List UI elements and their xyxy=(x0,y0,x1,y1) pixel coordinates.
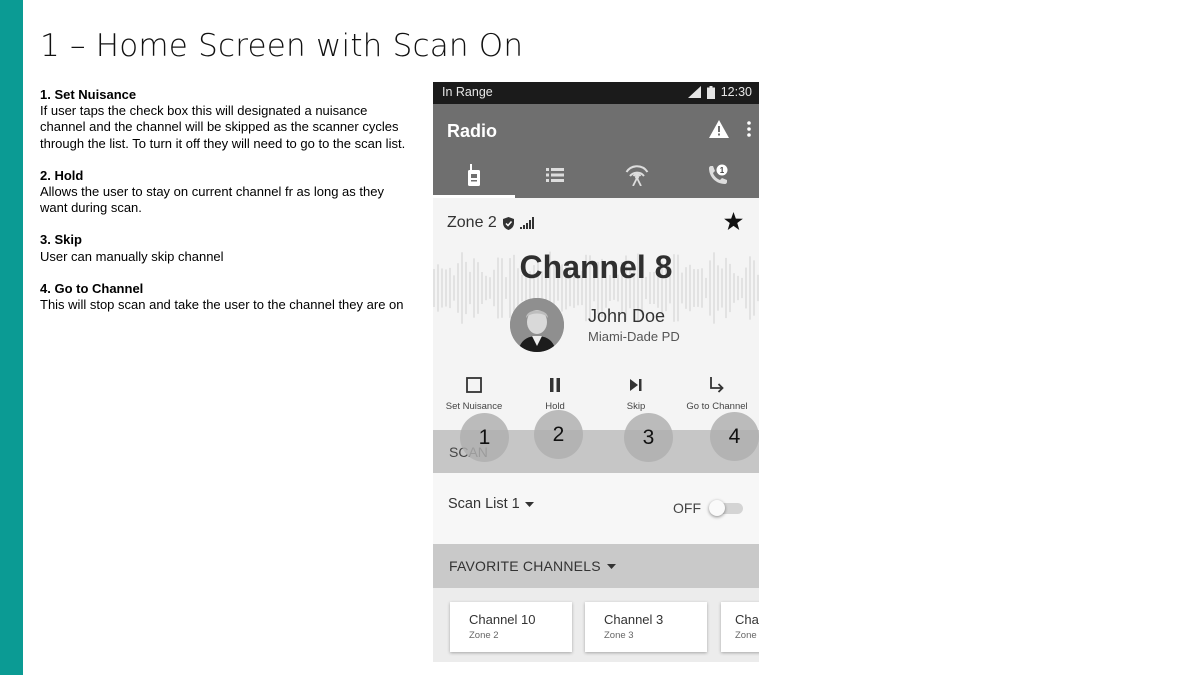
app-title: Radio xyxy=(447,121,498,141)
favorite-channel-name: Cha xyxy=(735,612,759,627)
note-body: If user taps the check box this will des… xyxy=(40,103,406,151)
favorites-title: FAVORITE CHANNELS xyxy=(449,558,601,574)
arrow-turn-icon xyxy=(710,377,724,393)
battery-icon xyxy=(706,85,715,99)
star-icon[interactable] xyxy=(724,212,743,230)
note-body: Allows the user to stay on current chann… xyxy=(40,184,384,216)
favorite-channel-name: Channel 3 xyxy=(604,612,664,627)
caller-name: John Doe xyxy=(588,306,666,326)
call-badge-count: 1 xyxy=(720,166,725,175)
status-icons: 12:30 xyxy=(687,85,752,99)
caret-down-icon xyxy=(606,563,616,569)
scan-list-label: Scan List 1 xyxy=(448,496,520,512)
scan-list-dropdown[interactable]: Scan List 1 xyxy=(448,496,534,512)
favorite-channel-zone: Zone 2 xyxy=(469,630,499,641)
favorite-channel-card[interactable]: Channel 10 Zone 2 xyxy=(450,602,572,652)
hold-button[interactable]: Hold xyxy=(510,374,600,412)
callout-marker-1: 1 xyxy=(460,413,509,462)
signal-icon xyxy=(687,86,701,98)
accent-bar xyxy=(0,0,23,675)
note-body: This will stop scan and take the user to… xyxy=(40,297,404,313)
scan-toggle[interactable] xyxy=(709,500,743,516)
list-icon xyxy=(546,168,565,182)
status-time: 12:30 xyxy=(720,85,752,99)
status-bar: In Range 12:30 xyxy=(433,82,759,104)
note-heading: 3. Skip xyxy=(40,232,82,248)
caret-down-icon xyxy=(524,501,534,507)
caller-org: Miami-Dade PD xyxy=(588,329,680,344)
zone-row: Zone 2 xyxy=(447,214,535,232)
tab-radio[interactable] xyxy=(433,152,515,198)
tab-broadcast[interactable] xyxy=(596,152,678,198)
channel-name: Channel 8 xyxy=(519,249,673,285)
favorite-channel-card[interactable]: Cha Zone xyxy=(721,602,759,652)
set-nuisance-label: Set Nuisance xyxy=(445,401,503,412)
go-to-channel-label: Go to Channel xyxy=(686,401,748,412)
walkie-talkie-icon xyxy=(467,164,480,186)
signal-strength-icon xyxy=(519,217,534,229)
go-to-channel-button[interactable]: Go to Channel xyxy=(672,374,759,412)
phone-call-icon: 1 xyxy=(709,164,728,184)
shield-check-icon xyxy=(502,216,514,230)
checkbox-icon xyxy=(466,377,482,393)
favorite-channel-card[interactable]: Channel 3 Zone 3 xyxy=(585,602,707,652)
favorites-list: Channel 10 Zone 2 Channel 3 Zone 3 Cha Z… xyxy=(433,588,759,662)
phone-screen: In Range 12:30 Radio 1 Zone 2 Channel 8 … xyxy=(433,82,759,662)
slide-title: 1 – Home Screen with Scan On xyxy=(40,28,524,64)
more-vert-icon[interactable] xyxy=(747,121,751,137)
favorites-header[interactable]: FAVORITE CHANNELS xyxy=(433,544,759,588)
skip-label: Skip xyxy=(626,401,646,412)
callout-marker-4: 4 xyxy=(710,412,759,461)
caller-info: John Doe Miami-Dade PD xyxy=(588,306,680,344)
channel-card: Zone 2 Channel 8 John Doe Miami-Dade PD … xyxy=(433,198,759,430)
skip-next-icon xyxy=(630,379,642,391)
status-text: In Range xyxy=(442,85,493,99)
note-set-nuisance: 1. Set Nuisance If user taps the check b… xyxy=(40,87,412,152)
favorites-header-label: FAVORITE CHANNELS xyxy=(449,558,616,574)
app-bar: Radio 1 xyxy=(433,104,759,198)
set-nuisance-button[interactable]: Set Nuisance xyxy=(433,374,519,412)
scan-row: Scan List 1 OFF xyxy=(433,473,759,544)
tab-calls[interactable]: 1 xyxy=(678,152,760,198)
favorite-channel-name: Channel 10 xyxy=(469,612,536,627)
favorite-channel-zone: Zone 3 xyxy=(604,630,634,641)
avatar xyxy=(510,298,564,352)
scan-state-label: OFF xyxy=(673,500,701,516)
note-heading: 4. Go to Channel xyxy=(40,280,144,296)
note-body: User can manually skip channel xyxy=(40,248,224,264)
warning-icon[interactable] xyxy=(709,120,729,138)
favorite-channel-zone: Zone xyxy=(735,630,757,641)
note-heading: 1. Set Nuisance xyxy=(40,87,137,102)
tab-list[interactable] xyxy=(515,152,597,198)
callout-marker-3: 3 xyxy=(624,413,673,462)
pause-icon xyxy=(550,378,560,392)
notes: 1. Set Nuisance If user taps the check b… xyxy=(40,87,412,329)
note-hold: 2. Hold Allows the user to stay on curre… xyxy=(40,168,412,217)
note-go-to-channel: 4. Go to Channel This will stop scan and… xyxy=(40,281,412,313)
zone-label: Zone 2 xyxy=(447,214,497,231)
skip-button[interactable]: Skip xyxy=(591,374,681,412)
note-heading: 2. Hold xyxy=(40,167,84,183)
tab-bar: 1 xyxy=(433,152,759,198)
callout-marker-2: 2 xyxy=(534,410,583,459)
broadcast-tower-icon xyxy=(625,165,649,186)
note-skip: 3. Skip User can manually skip channel xyxy=(40,232,412,264)
